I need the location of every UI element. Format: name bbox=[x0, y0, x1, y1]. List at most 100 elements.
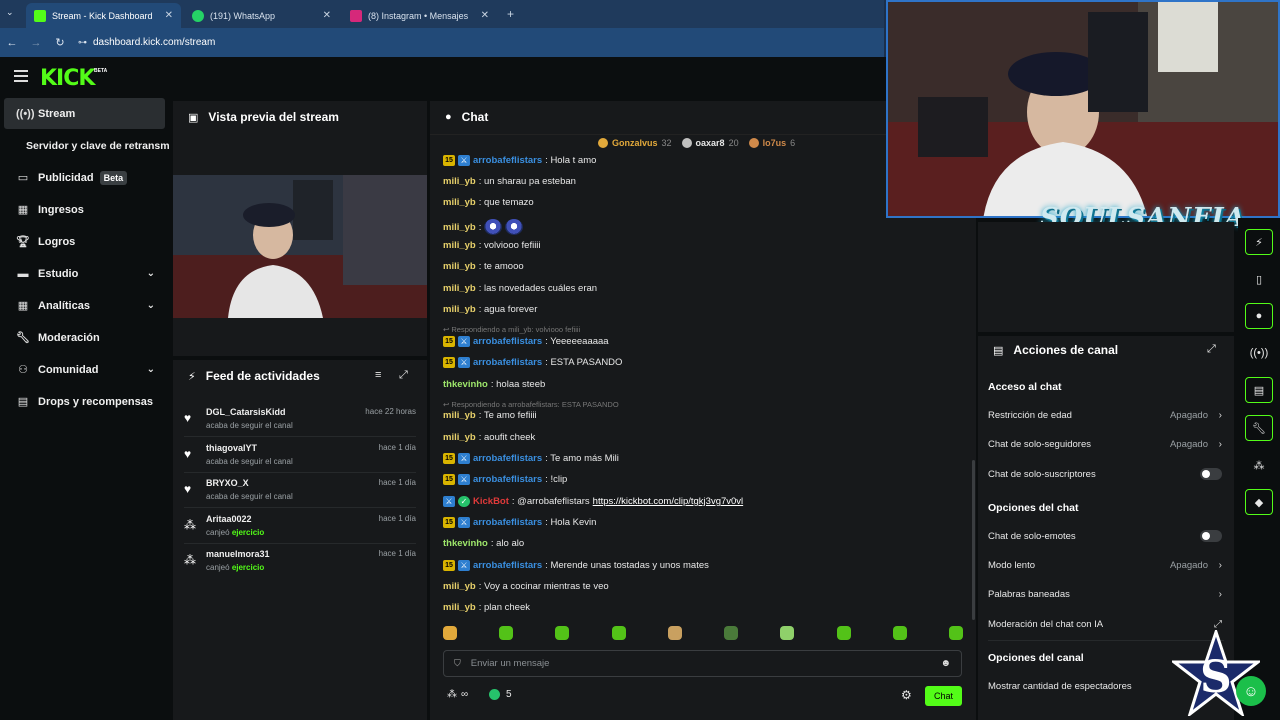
new-tab-icon[interactable]: + bbox=[507, 7, 514, 21]
action-row-banned-words[interactable]: Palabras baneadas › bbox=[988, 584, 1224, 604]
url-text[interactable]: dashboard.kick.com/stream bbox=[93, 37, 215, 48]
close-icon[interactable]: ✕ bbox=[165, 10, 173, 21]
emote-button[interactable] bbox=[611, 626, 626, 640]
emote-button[interactable] bbox=[892, 626, 907, 640]
sidebar-item-label: Publicidad bbox=[38, 171, 94, 184]
tab-instagram[interactable]: (8) Instagram • Mensajes ✕ bbox=[342, 3, 497, 28]
drops-icon[interactable]: ◆ bbox=[1245, 489, 1273, 515]
chat-scrollbar[interactable] bbox=[972, 460, 975, 620]
action-row-followers-only[interactable]: Chat de solo-seguidores Apagado › bbox=[988, 434, 1224, 454]
chat-username[interactable]: arrobafeflistars bbox=[473, 357, 542, 368]
action-row-age-restriction[interactable]: Restricción de edad Apagado › bbox=[988, 405, 1224, 425]
tab-kick-dashboard[interactable]: Stream - Kick Dashboard ✕ bbox=[26, 3, 181, 28]
hamburger-menu-icon[interactable] bbox=[14, 70, 28, 82]
chat-username[interactable]: mili_yb bbox=[443, 197, 476, 208]
sidebar-item-community[interactable]: ⚇ Comunidad ⌄ bbox=[4, 354, 165, 385]
sidebar-item-analytics[interactable]: ▦ Analíticas ⌄ bbox=[4, 290, 165, 321]
notes-icon[interactable]: ▯ bbox=[1245, 266, 1273, 292]
sidebar-item-moderation[interactable]: 🔧︎ Moderación bbox=[4, 322, 165, 353]
wrench-icon[interactable]: 🔧︎ bbox=[1245, 415, 1273, 441]
chat-input[interactable]: ⛉ Enviar un mensaje ☻ bbox=[443, 650, 962, 677]
chat-username[interactable]: KickBot bbox=[473, 496, 509, 507]
chat-username[interactable]: mili_yb bbox=[443, 283, 476, 294]
chat-username[interactable]: mili_yb bbox=[443, 176, 476, 187]
feed-user[interactable]: BRYXO_X bbox=[206, 478, 249, 488]
emote-button[interactable] bbox=[724, 626, 739, 640]
chat-username[interactable]: mili_yb bbox=[443, 432, 476, 443]
emote-button[interactable] bbox=[780, 626, 795, 640]
chat-username[interactable]: mili_yb bbox=[443, 222, 476, 233]
points-icon[interactable]: ⁂ bbox=[1245, 452, 1273, 478]
popout-icon[interactable]: ⤢ bbox=[399, 369, 408, 382]
emoji-icon[interactable]: ☻ bbox=[940, 658, 951, 669]
broadcast-icon[interactable]: ((•)) bbox=[1245, 340, 1273, 366]
subscribers-only-toggle[interactable] bbox=[1200, 468, 1222, 480]
back-icon[interactable]: ← bbox=[0, 37, 24, 49]
leaderboard-item[interactable]: oaxar8 20 bbox=[681, 138, 739, 148]
chat-username[interactable]: arrobafeflistars bbox=[473, 560, 542, 571]
tab-whatsapp[interactable]: (191) WhatsApp ✕ bbox=[184, 3, 339, 28]
feed-user[interactable]: Aritaa0022 bbox=[206, 514, 252, 524]
chat-username[interactable]: mili_yb bbox=[443, 261, 476, 272]
kicks-count[interactable]: 5 bbox=[489, 689, 512, 700]
gear-icon[interactable]: ⚙ bbox=[901, 688, 912, 702]
emote-button[interactable] bbox=[443, 626, 457, 640]
emote-button[interactable] bbox=[836, 626, 851, 640]
help-chat-icon[interactable]: ☺ bbox=[1236, 676, 1266, 706]
chat-username[interactable]: arrobafeflistars bbox=[473, 336, 542, 347]
chat-link[interactable]: https://kickbot.com/clip/tgkj3vg7v0vl bbox=[593, 496, 743, 507]
chat-username[interactable]: arrobafeflistars bbox=[473, 155, 542, 166]
chat-username[interactable]: arrobafeflistars bbox=[473, 453, 542, 464]
chat-username[interactable]: mili_yb bbox=[443, 602, 476, 613]
action-row-subscribers-only: Chat de solo-suscriptores bbox=[988, 464, 1224, 484]
forward-icon[interactable]: → bbox=[24, 37, 48, 49]
chat-username[interactable]: mili_yb bbox=[443, 240, 476, 251]
chevron-down-icon[interactable]: ⌄ bbox=[147, 300, 155, 311]
sidebar-item-ads[interactable]: ▭ Publicidad Beta bbox=[4, 162, 165, 193]
leaderboard-item[interactable]: Gonzalvus 32 bbox=[598, 138, 672, 148]
reply-context[interactable]: ↩ Respondiendo a mili_yb: volviooo fefii… bbox=[443, 325, 580, 334]
chat-message: mili_yb: agua forever bbox=[443, 304, 537, 315]
sidebar-item-achievements[interactable]: 🏆︎ Logros bbox=[4, 226, 165, 257]
filter-icon[interactable]: ≡ bbox=[375, 369, 381, 381]
sidebar-item-stream[interactable]: ((•)) Stream bbox=[4, 98, 165, 129]
sidebar-item-server-key[interactable]: Servidor y clave de retransm bbox=[4, 130, 172, 161]
feed-user[interactable]: DGL_CatarsisKidd bbox=[206, 407, 286, 417]
chat-username[interactable]: mili_yb bbox=[443, 410, 476, 421]
tab-list-chevron-icon[interactable]: ⌄ bbox=[6, 7, 14, 18]
layout-icon[interactable]: ▤ bbox=[1245, 377, 1273, 403]
close-icon[interactable]: ✕ bbox=[323, 10, 331, 21]
feed-user[interactable]: thiagovalYT bbox=[206, 443, 257, 453]
emote-button[interactable] bbox=[667, 626, 682, 640]
close-icon[interactable]: ✕ bbox=[481, 10, 489, 21]
chat-username[interactable]: arrobafeflistars bbox=[473, 474, 542, 485]
chat-username[interactable]: thkevinho bbox=[443, 379, 488, 390]
action-row-slow-mode[interactable]: Modo lento Apagado › bbox=[988, 555, 1224, 575]
kick-logo[interactable]: KICK bbox=[40, 66, 95, 91]
emote-button[interactable] bbox=[499, 626, 514, 640]
chevron-down-icon[interactable]: ⌄ bbox=[147, 364, 155, 375]
sidebar-item-studio[interactable]: ▬ Estudio ⌄ bbox=[4, 258, 165, 289]
chat-send-button[interactable]: Chat bbox=[925, 686, 962, 706]
emote-button[interactable] bbox=[948, 626, 963, 640]
chat-username[interactable]: thkevinho bbox=[443, 538, 488, 549]
chat-username[interactable]: mili_yb bbox=[443, 304, 476, 315]
emote-button[interactable] bbox=[555, 626, 570, 640]
chat-username[interactable]: mili_yb bbox=[443, 581, 476, 592]
sword-badge-icon: ⚔ bbox=[458, 357, 470, 368]
sidebar-item-drops[interactable]: ▤ Drops y recompensas bbox=[4, 386, 165, 417]
reply-context[interactable]: ↩ Respondiendo a arrobafeflistars: ESTA … bbox=[443, 400, 619, 409]
chat-icon[interactable]: ● bbox=[1245, 303, 1273, 329]
channel-points[interactable]: ⁂ ∞ bbox=[447, 689, 468, 700]
quick-actions-icon[interactable]: ⚡︎ bbox=[1245, 229, 1273, 255]
site-info-icon[interactable]: ⊶ bbox=[78, 37, 87, 48]
emotes-only-toggle[interactable] bbox=[1200, 530, 1222, 542]
chevron-down-icon[interactable]: ⌄ bbox=[147, 268, 155, 279]
reload-icon[interactable]: ↻ bbox=[48, 36, 72, 49]
leaderboard-item[interactable]: lo7us 6 bbox=[748, 138, 795, 148]
feed-user[interactable]: manuelmora31 bbox=[206, 549, 270, 559]
popout-icon[interactable]: ⤢ bbox=[1207, 343, 1216, 356]
sidebar-item-revenue[interactable]: ▦ Ingresos bbox=[4, 194, 165, 225]
stream-preview-video[interactable] bbox=[173, 175, 427, 318]
chat-username[interactable]: arrobafeflistars bbox=[473, 517, 542, 528]
